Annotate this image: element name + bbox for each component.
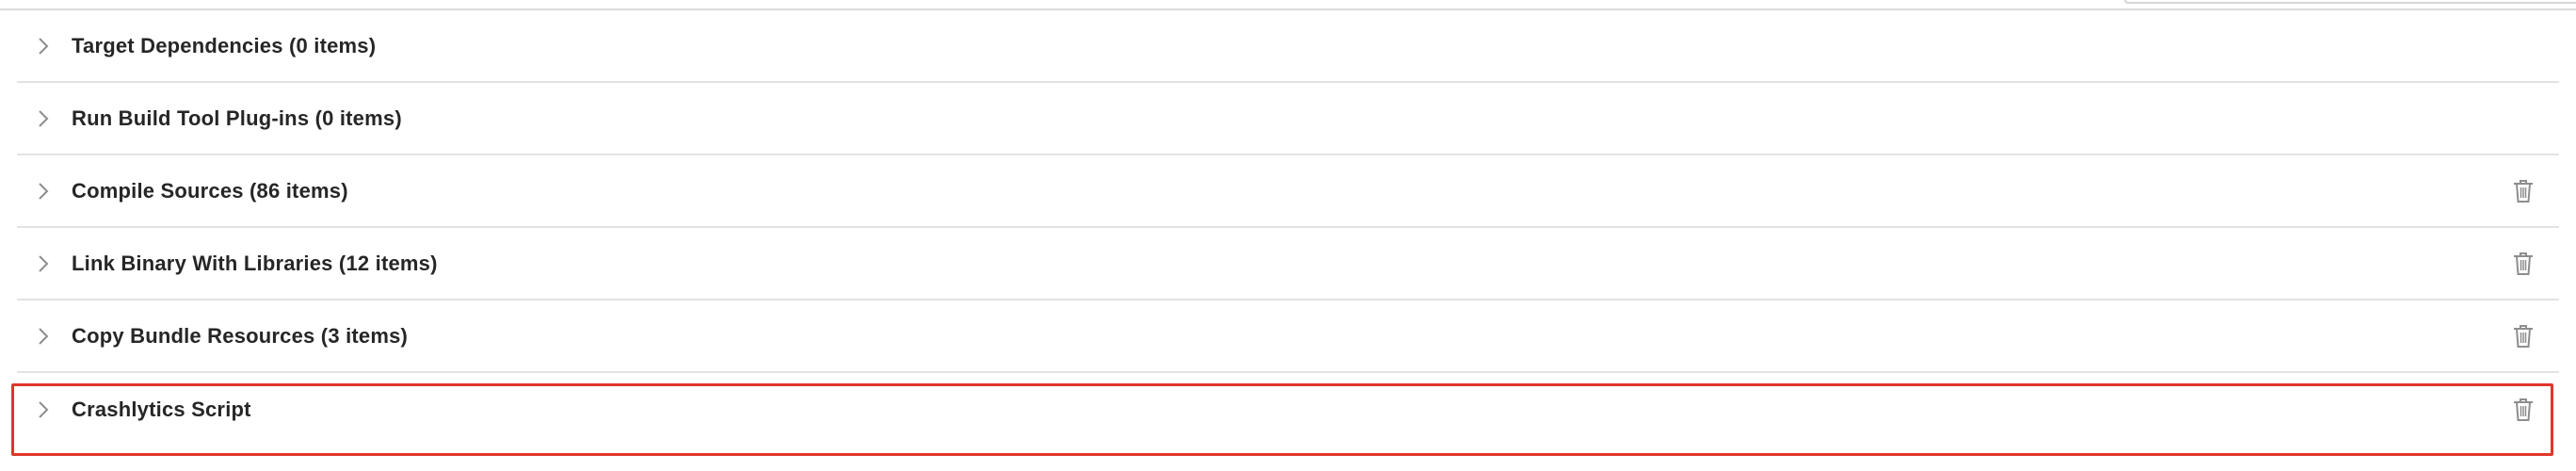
build-phase-title: Crashlytics Script xyxy=(72,397,251,421)
build-phase-compile-sources[interactable]: Compile Sources (86 items) xyxy=(17,155,2559,228)
build-phase-run-build-tool-plugins[interactable]: Run Build Tool Plug-ins (0 items) xyxy=(17,83,2559,155)
build-phase-crashlytics-script[interactable]: Crashlytics Script xyxy=(17,373,2559,446)
build-phase-target-dependencies[interactable]: Target Dependencies (0 items) xyxy=(17,10,2559,83)
build-phase-link-binary-with-libraries[interactable]: Link Binary With Libraries (12 items) xyxy=(17,228,2559,300)
trash-icon[interactable] xyxy=(2510,250,2536,278)
build-phase-title: Link Binary With Libraries (12 items) xyxy=(72,251,438,275)
trash-icon[interactable] xyxy=(2510,322,2536,350)
build-phase-title: Target Dependencies (0 items) xyxy=(72,33,377,57)
filter-field-edge[interactable] xyxy=(2124,0,2576,4)
chevron-right-icon[interactable] xyxy=(30,33,56,59)
chevron-right-icon[interactable] xyxy=(30,178,56,204)
chevron-right-icon[interactable] xyxy=(30,251,56,277)
build-phase-title: Compile Sources (86 items) xyxy=(72,178,348,203)
trash-icon[interactable] xyxy=(2510,396,2536,424)
trash-icon[interactable] xyxy=(2510,177,2536,205)
chevron-right-icon[interactable] xyxy=(30,397,56,423)
build-phase-copy-bundle-resources[interactable]: Copy Bundle Resources (3 items) xyxy=(17,300,2559,373)
build-phase-title: Run Build Tool Plug-ins (0 items) xyxy=(72,106,402,130)
chevron-right-icon[interactable] xyxy=(30,106,56,132)
build-phases-list: Target Dependencies (0 items) Run Build … xyxy=(17,10,2559,446)
build-phases-view: Target Dependencies (0 items) Run Build … xyxy=(0,0,2576,471)
build-phase-title: Copy Bundle Resources (3 items) xyxy=(72,323,409,348)
chevron-right-icon[interactable] xyxy=(30,323,56,349)
